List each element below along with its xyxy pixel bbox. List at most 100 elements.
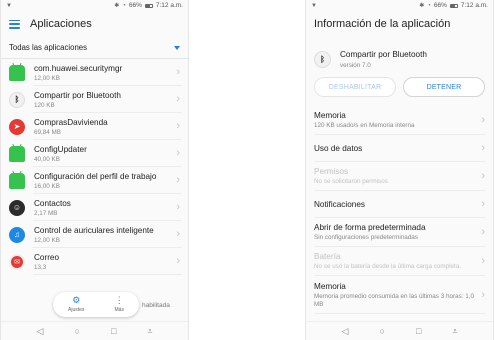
battery-percent: 66%: [128, 2, 142, 9]
battery-icon: [144, 3, 153, 8]
row-title: Memoria: [314, 281, 346, 291]
app-name: com.huawei.securitymgr: [34, 63, 123, 73]
app-name: Contactos: [34, 198, 71, 208]
app-info-screen: ▼ ✱ ◔ 66% 7:12 a.m. Información de la ap…: [305, 0, 494, 340]
row-title: Memoria: [314, 111, 346, 121]
chevron-right-icon: ›: [176, 255, 180, 267]
overlapped-text: habilitada: [142, 302, 170, 309]
storage-row[interactable]: Memoria 120 KB usado/s en Memoria interna…: [306, 106, 493, 135]
chevron-right-icon: ›: [481, 142, 485, 154]
notification-pull-icon[interactable]: ⩡: [147, 326, 152, 336]
app-size: 69,84 MB: [34, 128, 61, 136]
row-subtitle: No se solicitaron permisos: [314, 178, 388, 186]
status-bar: ▼ ✱ ◔ 66% 7:12 a.m.: [306, 0, 493, 11]
page-title: Aplicaciones: [30, 18, 92, 30]
battery-row: Batería No se usó la batería desde la últ…: [306, 247, 493, 276]
home-icon[interactable]: ○: [379, 326, 384, 336]
more-vert-icon: ⋮: [114, 295, 124, 305]
app-name: ConfigUpdater: [34, 144, 87, 154]
mail-icon: ✉: [9, 253, 25, 270]
android-icon: [9, 145, 25, 162]
app-version: versión 7.0: [340, 61, 371, 69]
back-icon[interactable]: ◁: [37, 326, 44, 336]
memory-row[interactable]: Memoria Memoria promedio consumida en las…: [306, 276, 493, 314]
list-item[interactable]: ᛒ Compartir por Bluetooth 120 KB ›: [1, 86, 188, 113]
wifi-icon: ◔: [122, 2, 126, 9]
list-item[interactable]: ConfigUpdater 40,00 KB ›: [1, 140, 188, 167]
wifi-icon: ◔: [427, 2, 431, 9]
settings-label: Ajustes: [68, 307, 85, 313]
headset-icon: ♫: [9, 226, 25, 243]
signal-icon: ▼: [311, 2, 317, 9]
app-name: Compartir por Bluetooth: [340, 49, 427, 59]
screenshot-canvas: ▼ ✱ ◔ 66% 7:12 a.m. Aplicaciones Todas l…: [0, 0, 494, 340]
settings-button[interactable]: ⚙ Ajustes: [68, 295, 85, 314]
info-list: Memoria 120 KB usado/s en Memoria interna…: [306, 106, 493, 314]
chevron-right-icon: ›: [176, 93, 180, 105]
home-icon[interactable]: ○: [74, 326, 79, 336]
recents-icon[interactable]: □: [111, 326, 116, 336]
app-name: Correo: [34, 252, 60, 262]
chevron-right-icon: ›: [481, 288, 485, 301]
row-subtitle: No se usó la batería desde la última car…: [314, 263, 462, 271]
disable-button[interactable]: DESHABILITAR: [314, 77, 396, 97]
app-bar: Aplicaciones: [1, 11, 188, 37]
row-title: Notificaciones: [314, 200, 365, 209]
chevron-right-icon: ›: [176, 120, 180, 132]
dropdown-arrow-icon: [174, 45, 180, 50]
open-by-default-row[interactable]: Abrir de forma predeterminada Sin configu…: [306, 218, 493, 247]
app-header: ᛒ Compartir por Bluetooth versión 7.0: [306, 37, 493, 73]
davivienda-icon: ➤: [9, 118, 25, 135]
app-size: 40,00 KB: [34, 155, 60, 163]
floating-action-bar: ⚙ Ajustes ⋮ Más: [53, 292, 139, 317]
apps-list-screen: ▼ ✱ ◔ 66% 7:12 a.m. Aplicaciones Todas l…: [0, 0, 189, 340]
row-subtitle: Sin configuraciones predeterminadas: [314, 234, 418, 242]
chevron-right-icon: ›: [481, 226, 485, 238]
list-item[interactable]: Configuración del perfil de trabajo 16,00…: [1, 167, 188, 194]
notification-pull-icon[interactable]: ⩡: [452, 326, 457, 336]
app-size: 12,00 KB: [34, 236, 60, 244]
list-item[interactable]: ☺ Contactos 2,17 MB ›: [1, 194, 188, 221]
bluetooth-icon: ᛒ: [314, 50, 331, 68]
data-usage-row[interactable]: Uso de datos ›: [306, 135, 493, 162]
chevron-right-icon: ›: [481, 114, 485, 126]
app-name: Control de auriculares inteligente: [34, 225, 154, 235]
bluetooth-status-icon: ✱: [114, 3, 120, 9]
nav-bar: ◁ ○ □ ⩡: [1, 321, 188, 340]
battery-percent: 66%: [433, 2, 447, 9]
app-size: 120 KB: [34, 101, 55, 109]
more-button[interactable]: ⋮ Más: [114, 295, 124, 314]
bluetooth-icon: ᛒ: [9, 91, 25, 108]
notifications-row[interactable]: Notificaciones ›: [306, 191, 493, 218]
permissions-row: Permisos No se solicitaron permisos ›: [306, 162, 493, 191]
chevron-right-icon: ›: [176, 174, 180, 186]
battery-icon: [449, 3, 458, 8]
contacts-icon: ☺: [9, 199, 25, 216]
app-size: 12,00 KB: [34, 74, 60, 82]
back-icon[interactable]: ◁: [342, 326, 349, 336]
filter-dropdown[interactable]: Todas las aplicaciones: [1, 37, 188, 59]
app-list: com.huawei.securitymgr 12,00 KB › ᛒ Compa…: [1, 59, 188, 275]
chevron-right-icon: ›: [176, 201, 180, 213]
app-name: Compartir por Bluetooth: [34, 90, 121, 100]
clock: 7:12 a.m.: [155, 2, 183, 9]
stop-button[interactable]: DETENER: [403, 77, 485, 97]
chevron-right-icon: ›: [481, 255, 485, 267]
android-icon: [9, 64, 25, 81]
clock: 7:12 a.m.: [460, 2, 488, 9]
row-title: Permisos: [314, 167, 349, 177]
gear-icon: ⚙: [72, 295, 81, 305]
row-subtitle: Memoria promedio consumida en las última…: [314, 292, 474, 308]
more-label: Más: [114, 307, 124, 313]
list-item[interactable]: com.huawei.securitymgr 12,00 KB ›: [1, 59, 188, 86]
status-bar: ▼ ✱ ◔ 66% 7:12 a.m.: [1, 0, 188, 11]
row-title: Uso de datos: [314, 144, 363, 153]
recents-icon[interactable]: □: [416, 326, 421, 336]
chevron-right-icon: ›: [176, 66, 180, 78]
nav-bar: ◁ ○ □ ⩡: [306, 321, 493, 340]
signal-icon: ▼: [6, 2, 12, 9]
list-item[interactable]: ✉ Correo 13,3 ›: [1, 248, 188, 275]
menu-icon[interactable]: [9, 19, 20, 29]
list-item[interactable]: ➤ ComprasDavivienda 69,84 MB ›: [1, 113, 188, 140]
list-item[interactable]: ♫ Control de auriculares inteligente 12,0…: [1, 221, 188, 248]
